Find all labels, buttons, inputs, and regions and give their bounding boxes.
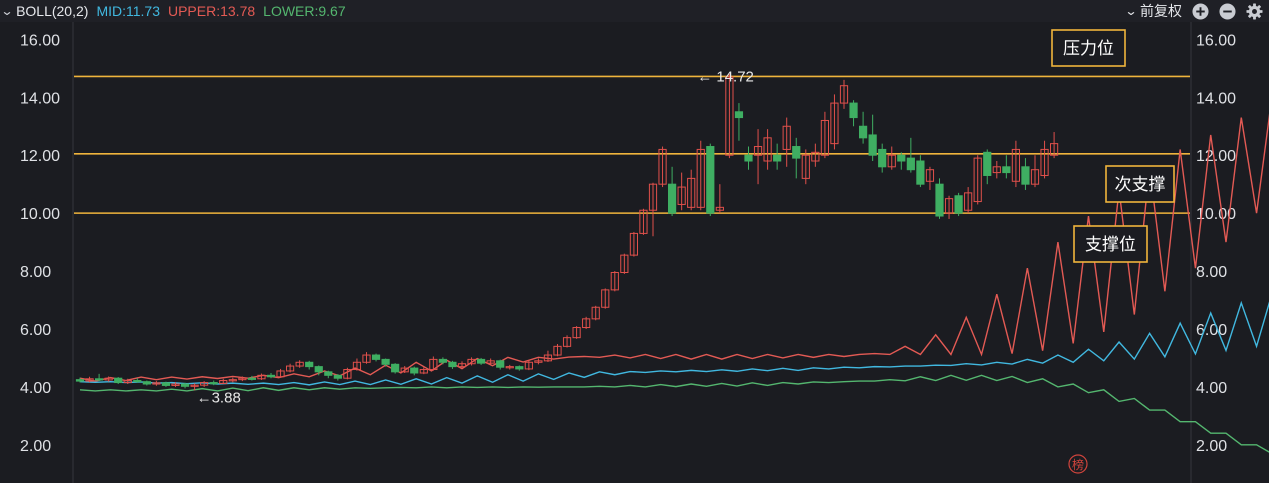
minus-circle-icon[interactable] <box>1219 2 1236 20</box>
candle-body <box>1021 166 1030 185</box>
candle-fall <box>114 377 123 384</box>
y-tick-label-right: 8.00 <box>1196 264 1227 281</box>
support-label: 支撑位 <box>1073 225 1148 263</box>
min-price-label: ←3.88 <box>197 389 241 406</box>
y-tick-label-left: 2.00 <box>20 438 51 455</box>
y-tick-label-left: 8.00 <box>20 264 51 281</box>
indicator-header: ⌄ BOLL(20,2) MID:11.73 UPPER:13.78 LOWER… <box>0 0 1269 22</box>
candle-body <box>438 358 447 363</box>
y-tick-label-right: 4.00 <box>1196 380 1227 397</box>
gear-icon[interactable] <box>1246 2 1263 20</box>
y-tick-label-left: 14.00 <box>20 90 60 107</box>
candle-body <box>381 358 390 365</box>
candle-body <box>916 160 925 185</box>
y-tick-label-left: 6.00 <box>20 322 51 339</box>
candle-body <box>333 374 342 379</box>
candle-body <box>496 360 505 368</box>
candle-body <box>859 125 868 139</box>
candle-fall <box>954 192 963 217</box>
candle-fall <box>706 143 715 217</box>
chevron-down-icon: ⌄ <box>1124 4 1138 18</box>
ranking-badge-text: 榜 <box>1072 457 1084 472</box>
candle-body <box>706 146 715 214</box>
candle-body <box>954 195 963 214</box>
candle-body <box>792 146 801 159</box>
candle-body <box>133 380 142 383</box>
candle-body <box>734 111 744 119</box>
candle-fall <box>391 363 400 374</box>
y-tick-label-left: 12.00 <box>20 148 60 165</box>
resistance-label: 压力位 <box>1051 29 1126 67</box>
candle-body <box>1002 166 1011 174</box>
y-tick-label-right: 14.00 <box>1196 90 1236 107</box>
secondary-support-label-text: 次支撑 <box>1115 175 1166 195</box>
candle-body <box>868 134 877 156</box>
candle-body <box>209 382 218 385</box>
candle-body <box>906 157 915 171</box>
candle-body <box>114 377 123 384</box>
y-tick-label-right: 12.00 <box>1196 148 1236 165</box>
candle-body <box>849 102 858 119</box>
candle-body <box>477 358 486 364</box>
y-tick-label-right: 16.00 <box>1196 32 1236 49</box>
chevron-down-icon[interactable]: ⌄ <box>0 4 13 18</box>
y-tick-label-right: 6.00 <box>1196 322 1227 339</box>
candle-body <box>324 371 333 376</box>
adjust-dropdown[interactable]: ⌄ 前复权 <box>1124 1 1182 21</box>
candle-fall <box>935 178 944 219</box>
candle-body <box>744 154 753 162</box>
candle-body <box>161 382 171 386</box>
candle-body <box>180 383 190 387</box>
y-tick-label-right: 2.00 <box>1196 438 1227 455</box>
candle-body <box>935 183 944 217</box>
candle-body <box>448 361 457 368</box>
candle-body <box>75 379 85 382</box>
max-price-label: ← 14.72 <box>697 68 754 85</box>
candle-body <box>371 354 381 360</box>
candle-body <box>773 154 782 162</box>
lower-value: LOWER:9.67 <box>263 3 346 19</box>
boll-chart[interactable]: 2.00 2.004.00 4.006.00 6.008.00 8.0010.00 10.… <box>0 22 1269 483</box>
y-tick-label-left: 4.00 <box>20 380 51 397</box>
candle-body <box>391 363 400 373</box>
candle-body <box>305 361 314 368</box>
toolbar: ⌄ 前复权 <box>1124 0 1263 22</box>
plus-circle-icon[interactable] <box>1192 2 1209 20</box>
y-tick-label-left: 16.00 <box>20 32 60 49</box>
resistance-label-text: 压力位 <box>1063 39 1114 59</box>
candle-body <box>314 366 323 373</box>
candle-body <box>515 366 524 370</box>
candle-body <box>668 183 677 214</box>
candle-body <box>983 151 992 176</box>
candle-body <box>878 148 887 168</box>
support-label-text: 支撑位 <box>1085 235 1136 255</box>
indicator-legend[interactable]: ⌄ BOLL(20,2) MID:11.73 UPPER:13.78 LOWER… <box>0 3 346 19</box>
indicator-name: BOLL(20,2) <box>16 3 89 19</box>
adjust-label: 前复权 <box>1140 3 1182 19</box>
candle-body <box>897 154 906 162</box>
upper-value: UPPER:13.78 <box>167 3 256 19</box>
candle-body <box>142 381 151 385</box>
mid-value: MID:11.73 <box>96 3 160 19</box>
candle-body <box>410 367 419 374</box>
candle-body <box>95 378 104 381</box>
candle-body <box>266 374 276 378</box>
secondary-support-label: 次支撑 <box>1105 165 1175 203</box>
y-tick-label-left: 10.00 <box>20 206 60 223</box>
candle-body <box>247 377 257 380</box>
